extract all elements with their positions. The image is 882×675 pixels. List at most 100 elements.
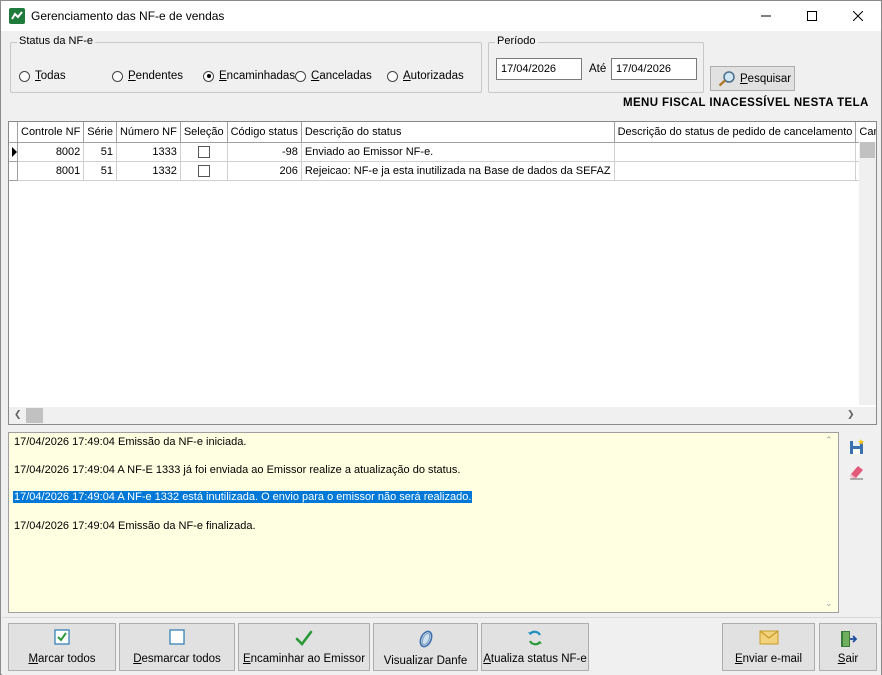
row-checkbox[interactable] <box>197 145 210 158</box>
col-selecao[interactable]: Seleção <box>180 122 228 143</box>
refresh-icon <box>528 630 542 646</box>
cell-cancel-desc[interactable] <box>614 142 857 162</box>
radio-canceladas[interactable]: Canceladas <box>295 69 372 83</box>
log-panel[interactable]: 17/04/2026 17:49:04 Emissão da NF-e inic… <box>8 432 839 613</box>
radio-pendentes-circle <box>112 70 123 82</box>
danfe-document-icon <box>419 630 432 648</box>
log-scroll-up-icon[interactable]: ⌃ <box>825 435 833 446</box>
pesquisar-button[interactable]: Pesquisar <box>710 66 795 91</box>
close-button[interactable] <box>835 1 881 31</box>
cell-codigo[interactable]: 206 <box>227 161 302 181</box>
radio-todas-label: Todas <box>35 70 66 82</box>
maximize-button[interactable] <box>789 1 835 31</box>
table-row[interactable]: 8001 51 1332 206 Rejeicao: NF-e ja esta … <box>9 161 876 181</box>
date-from-input[interactable] <box>496 58 582 80</box>
col-codigo-status[interactable]: Código status <box>227 122 302 143</box>
clear-log-button[interactable] <box>848 462 866 480</box>
close-icon <box>853 11 863 21</box>
menu-fiscal-notice: MENU FISCAL INACESSÍVEL NESTA TELA <box>623 97 869 109</box>
current-row-arrow-icon <box>12 146 17 157</box>
radio-encaminhadas[interactable]: Encaminhadas <box>203 69 295 83</box>
sair-label: Sair <box>837 653 859 665</box>
cell-numero[interactable]: 1333 <box>116 142 181 162</box>
radio-autorizadas[interactable]: Autorizadas <box>387 69 464 83</box>
log-scroll-down-icon[interactable]: ⌄ <box>825 598 833 609</box>
grid-header-indicator <box>9 122 18 143</box>
log-line-4: 17/04/2026 17:49:04 Emissão da NF-e fina… <box>14 520 256 532</box>
cell-selecao[interactable] <box>180 142 228 162</box>
ate-label: Até <box>589 63 607 75</box>
floppy-disk-icon <box>850 439 864 454</box>
minimize-button[interactable] <box>743 1 789 31</box>
col-descricao-status[interactable]: Descrição do status <box>301 122 615 143</box>
grid-vertical-scroll-thumb[interactable] <box>860 142 875 158</box>
cell-selecao[interactable] <box>180 161 228 181</box>
col-descricao-cancelamento[interactable]: Descrição do status de pedido de cancela… <box>614 122 857 143</box>
cell-descricao[interactable]: Rejeicao: NF-e ja esta inutilizada na Ba… <box>301 161 615 181</box>
radio-encaminhadas-label: Encaminhadas <box>219 70 296 82</box>
col-numero-nf[interactable]: Número NF <box>116 122 181 143</box>
encaminhar-emissor-button[interactable]: Encaminhar ao Emissor <box>238 623 370 671</box>
checked-box-icon <box>54 629 70 645</box>
sair-button[interactable]: Sair <box>819 623 877 671</box>
radio-autorizadas-label: Autorizadas <box>403 70 464 82</box>
row-checkbox[interactable] <box>197 164 210 177</box>
desmarcar-todos-button[interactable]: Desmarcar todos <box>119 623 235 671</box>
cell-serie[interactable]: 51 <box>83 161 117 181</box>
radio-todas[interactable]: Todas <box>19 69 66 83</box>
grid-vertical-scrollbar[interactable] <box>859 142 876 405</box>
cell-controle[interactable]: 8001 <box>17 161 85 181</box>
col-cancela[interactable]: Cancela <box>855 122 876 143</box>
cell-serie[interactable]: 51 <box>83 142 117 162</box>
cell-numero[interactable]: 1332 <box>116 161 181 181</box>
col-serie[interactable]: Série <box>83 122 117 143</box>
enviar-email-button[interactable]: Enviar e-mail <box>722 623 815 671</box>
grid-horizontal-scroll-thumb[interactable] <box>26 408 43 423</box>
radio-canceladas-label: Canceladas <box>311 70 372 82</box>
cell-descricao[interactable]: Enviado ao Emissor NF-e. <box>301 142 615 162</box>
magnifier-icon <box>718 71 735 87</box>
table-row[interactable]: 8002 51 1333 -98 Enviado ao Emissor NF-e… <box>9 142 876 162</box>
enviar-email-label: Enviar e-mail <box>734 653 803 665</box>
radio-canceladas-circle <box>295 70 306 82</box>
log-line-2: 17/04/2026 17:49:04 A NF-E 1333 já foi e… <box>14 464 461 476</box>
date-to-input[interactable] <box>611 58 697 80</box>
green-check-icon <box>295 630 313 646</box>
cell-controle[interactable]: 8002 <box>17 142 85 162</box>
radio-autorizadas-circle <box>387 70 398 82</box>
radio-pendentes-label: Pendentes <box>128 70 183 82</box>
visualizar-danfe-button[interactable]: Visualizar Danfe <box>373 623 478 671</box>
marcar-todos-button[interactable]: Marcar todos <box>8 623 116 671</box>
minimize-icon <box>761 15 771 17</box>
row-indicator <box>9 142 18 162</box>
grid-header-row: Controle NF Série Número NF Seleção Códi… <box>9 122 876 143</box>
marcar-todos-label: Marcar todos <box>28 653 96 665</box>
nfe-grid: Controle NF Série Número NF Seleção Códi… <box>8 121 877 425</box>
save-log-button[interactable] <box>848 438 866 456</box>
cell-codigo[interactable]: -98 <box>227 142 302 162</box>
nfe-table: Controle NF Série Número NF Seleção Códi… <box>9 122 876 181</box>
visualizar-danfe-label: Visualizar Danfe <box>383 655 468 667</box>
unchecked-box-icon <box>169 629 185 645</box>
log-vertical-scrollbar[interactable]: ⌃ ⌄ <box>821 433 838 612</box>
cell-cancel-desc[interactable] <box>614 161 857 181</box>
radio-pendentes[interactable]: Pendentes <box>112 69 183 83</box>
atualiza-status-button[interactable]: Atualiza status NF-e <box>481 623 589 671</box>
scroll-left-icon[interactable]: ❮ <box>14 409 22 420</box>
scroll-right-icon[interactable]: ❯ <box>847 409 855 420</box>
status-group-label: Status da NF-e <box>17 35 95 47</box>
eraser-icon <box>850 466 863 480</box>
desmarcar-todos-label: Desmarcar todos <box>133 653 221 665</box>
title-bar: Gerenciamento das NF-e de vendas <box>1 1 881 31</box>
col-controle-nf[interactable]: Controle NF <box>17 122 85 143</box>
row-indicator <box>9 161 18 181</box>
grid-horizontal-scrollbar[interactable]: ❮ ❯ <box>9 407 876 424</box>
maximize-icon <box>807 11 817 21</box>
log-line-3-selected: 17/04/2026 17:49:04 A NF-e 1332 está inu… <box>13 491 473 503</box>
status-group: Status da NF-e Todas Pendentes Encaminha… <box>10 35 482 93</box>
app-icon <box>9 8 25 24</box>
envelope-icon <box>759 630 778 645</box>
atualiza-status-label: Atualiza status NF-e <box>483 653 587 665</box>
radio-encaminhadas-circle <box>203 70 214 82</box>
window-title: Gerenciamento das NF-e de vendas <box>31 9 225 23</box>
